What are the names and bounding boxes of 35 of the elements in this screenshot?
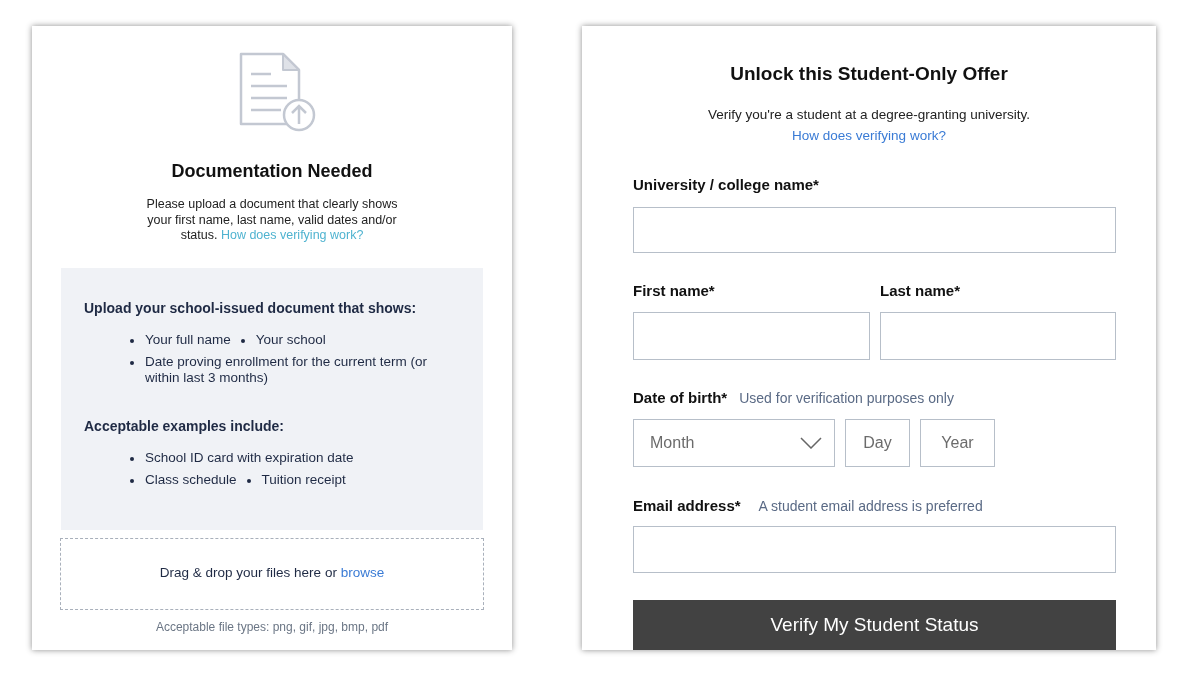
list-item-text: Tuition receipt: [261, 471, 346, 488]
document-upload-icon: [237, 52, 317, 132]
browse-link[interactable]: browse: [340, 565, 385, 581]
submit-button[interactable]: Verify My Student Status: [633, 599, 1116, 650]
month-select[interactable]: Month: [633, 418, 835, 467]
form-title: Unlock this Student-Only Offer: [730, 62, 1008, 86]
select-placeholder: Month: [650, 432, 695, 453]
field-label: University / college name*: [633, 175, 820, 195]
file-types-text: Acceptable file types: png, gif, jpg, bmp, pdf: [155, 618, 389, 636]
day-field[interactable]: Day: [845, 418, 910, 467]
first-name-field[interactable]: [633, 312, 870, 361]
year-field[interactable]: Year: [920, 418, 995, 467]
chevron-down-icon: [800, 436, 822, 449]
help-link[interactable]: How does verifying work?: [792, 125, 946, 146]
last-name-field[interactable]: [880, 312, 1116, 361]
field-hint: A student email address is preferred: [758, 496, 983, 516]
card-title: Documentation Needed: [171, 160, 373, 183]
section-heading: Upload your school-issued document that shows:: [84, 298, 418, 318]
file-dropzone[interactable]: Drag & drop your files here or browse: [60, 537, 484, 610]
list-item-text: School ID card with expiration date: [145, 449, 354, 466]
section-heading: Acceptable examples include:: [84, 416, 285, 436]
list-item-text: Date proving enrollment for the current term (or within last 3 months): [145, 353, 429, 386]
list-item-text: Your school: [255, 331, 326, 348]
instructions-text: Please upload a document that clearly shows your first name, last name, valid dates and/or status. How does verifying work?: [145, 197, 399, 244]
field-label: Email address*: [633, 495, 741, 516]
email-field[interactable]: [633, 526, 1116, 573]
list-item-text: Your full name: [145, 331, 231, 348]
field-label: First name*: [633, 280, 716, 301]
form-subtitle: Verify you're a student at a degree-granting university.: [708, 105, 1030, 124]
dropzone-text: Drag & drop your files here or browse: [159, 564, 385, 583]
field-label: Last name*: [880, 280, 962, 301]
university-field[interactable]: [633, 206, 1116, 253]
field-label: Date of birth*: [633, 388, 728, 409]
field-hint: Used for verification purposes only: [739, 389, 954, 409]
list-item-text: Class schedule: [145, 471, 237, 488]
